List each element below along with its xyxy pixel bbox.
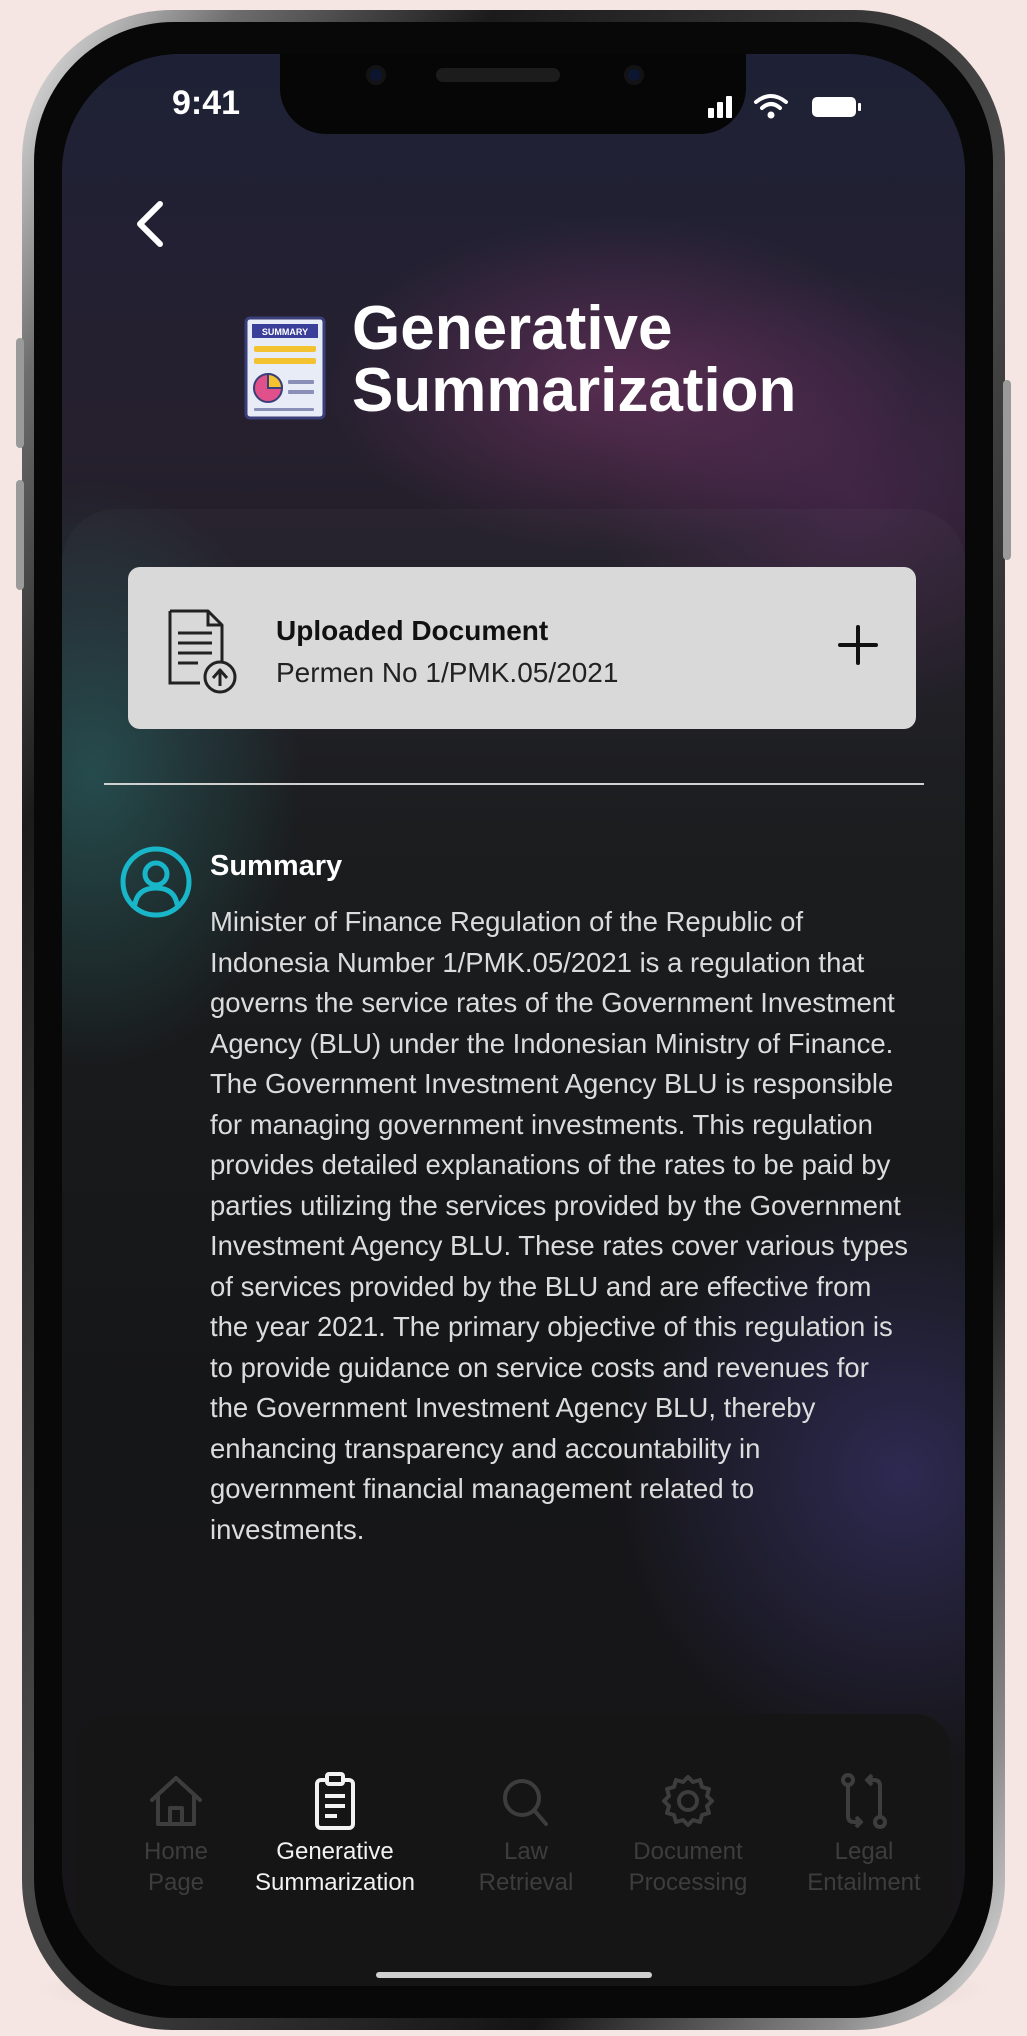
earpiece-speaker [436, 68, 560, 82]
nav-item-generative-summarization[interactable]: Generative Summarization [240, 1772, 430, 1898]
gear-icon [662, 1775, 714, 1827]
wifi-icon [754, 94, 788, 110]
nav-label-law-line1: Law [503, 1838, 549, 1865]
face-id-sensor [624, 65, 644, 85]
nav-label-generative-line1: Generative [276, 1838, 394, 1865]
summary-heading: Summary [210, 850, 343, 882]
nav-label-legal-line2: Entailment [807, 1869, 921, 1896]
nav-item-document-processing[interactable]: Document Processing [608, 1772, 768, 1898]
clipboard-icon [315, 1772, 355, 1830]
page-title-line2: Summarization [352, 356, 797, 425]
page-title: Generative Summarization [352, 298, 872, 422]
app-screen: 9:41 SUMMARY Generative Summarization Up… [62, 54, 965, 1986]
nav-item-legal-entailment[interactable]: Legal Entailment [794, 1772, 934, 1898]
plus-icon [838, 625, 878, 665]
search-icon [503, 1779, 548, 1826]
summary-document-icon: SUMMARY [244, 316, 326, 420]
uploaded-document-label: Uploaded Document [276, 615, 549, 646]
front-camera [366, 65, 386, 85]
add-document-button[interactable] [828, 615, 888, 675]
git-compare-icon [841, 1773, 887, 1829]
back-button[interactable] [122, 194, 182, 254]
nav-label-legal-line1: Legal [834, 1838, 894, 1865]
page-title-line1: Generative [352, 294, 673, 363]
power-button [1003, 380, 1011, 560]
status-time: 9:41 [172, 84, 241, 122]
signal-icon [708, 96, 732, 118]
document-upload-icon [168, 609, 237, 694]
nav-item-law-retrieval[interactable]: Law Retrieval [466, 1772, 586, 1898]
notch [280, 54, 746, 134]
home-indicator[interactable] [376, 1972, 652, 1978]
uploaded-document-filename: Permen No 1/PMK.05/2021 [276, 657, 619, 688]
battery-icon [812, 97, 861, 117]
nav-label-document-line2: Processing [628, 1869, 748, 1896]
nav-label-law-line2: Retrieval [478, 1869, 574, 1896]
user-avatar-icon [120, 846, 192, 918]
volume-up-button [16, 480, 24, 590]
bottom-navigation: Home Page Generative Summarization Law R… [76, 1714, 951, 1986]
status-icons [708, 94, 861, 119]
nav-item-home-page[interactable]: Home Page [116, 1772, 236, 1898]
mute-switch [16, 338, 24, 448]
home-icon [150, 1776, 202, 1826]
wifi-dot [767, 111, 775, 119]
nav-label-generative-line2: Summarization [254, 1869, 416, 1896]
nav-label-home-line1: Home [143, 1838, 209, 1865]
nav-label-document-line1: Document [633, 1838, 743, 1865]
summary-text: Minister of Finance Regulation of the Re… [210, 906, 909, 1545]
chevron-left-icon [137, 201, 163, 247]
page-header: SUMMARY Generative Summarization [242, 298, 862, 442]
uploaded-document-card[interactable]: Uploaded Document Permen No 1/PMK.05/202… [128, 567, 916, 729]
logo-label: SUMMARY [262, 327, 308, 337]
section-divider [104, 783, 924, 785]
nav-label-home-line2: Page [147, 1869, 205, 1896]
